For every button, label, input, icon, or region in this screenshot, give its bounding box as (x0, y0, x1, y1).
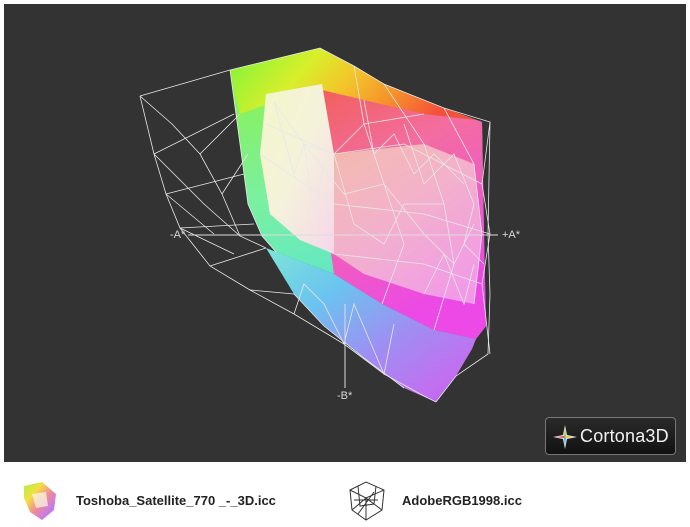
axis-label-minus-b: -B* (337, 390, 353, 402)
axis-label-plus-a: +A* (502, 229, 521, 241)
legend-label-adobergb: AdobeRGB1998.icc (402, 493, 522, 508)
axis-label-minus-a: -A* (170, 229, 186, 241)
legend-label-toshiba: Toshoba_Satellite_770 _-_3D.icc (76, 493, 276, 508)
wireframe-gamut-icon (349, 481, 385, 521)
cortona3d-badge[interactable]: Cortona3D (545, 417, 676, 455)
cortona-star-icon (553, 425, 577, 449)
legend-item-toshiba: Toshoba_Satellite_770 _-_3D.icc (20, 466, 320, 527)
color-gamut-icon (24, 482, 56, 520)
legend: Toshoba_Satellite_770 _-_3D.icc AdobeRGB… (0, 466, 690, 527)
3d-viewport[interactable]: -A* +A* -B* Cortona3D (4, 4, 686, 462)
legend-item-adobergb: AdobeRGB1998.icc (346, 466, 586, 527)
badge-label: Cortona3D (580, 426, 669, 446)
